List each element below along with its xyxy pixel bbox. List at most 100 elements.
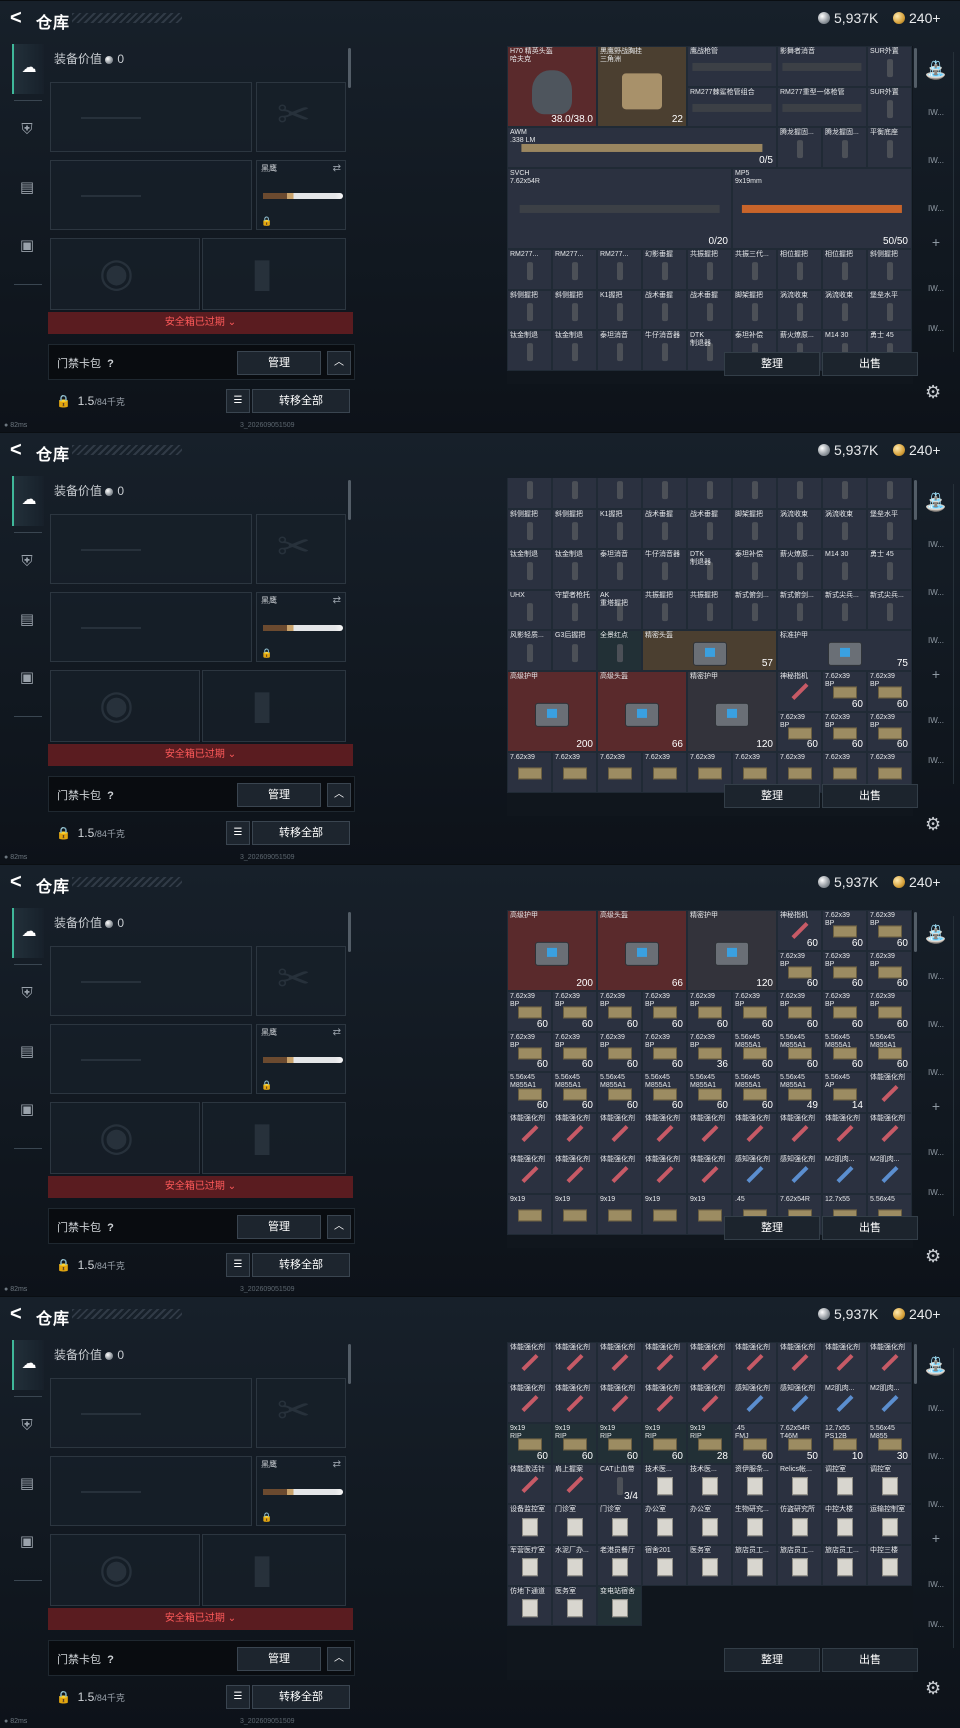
stash-tab[interactable]: IW...	[922, 1148, 950, 1166]
stash-item[interactable]: 共振三代...	[732, 249, 777, 290]
stash-scrollbar[interactable]	[914, 48, 917, 88]
stash-item[interactable]: 感知强化剂	[732, 1382, 777, 1424]
stash-item[interactable]: 7.62x39 BP 60	[642, 1031, 687, 1073]
stash-item[interactable]: 体能强化剂	[687, 1113, 732, 1154]
stash-item[interactable]: 7.62x39 BP 60	[867, 711, 912, 753]
stash-item[interactable]: 黑鹰野战胸挂 三角洲 22	[597, 46, 687, 128]
stash-tab[interactable]: IW...	[922, 156, 950, 174]
stash-item[interactable]: 技术医...	[642, 1463, 687, 1505]
list-view-button[interactable]: ☰	[226, 1685, 250, 1709]
sell-button[interactable]: 出售	[822, 784, 918, 808]
stash-item[interactable]: SUR外置	[867, 86, 912, 128]
warehouse-home-icon[interactable]: ⛲	[922, 60, 950, 80]
stash-item[interactable]: 体能强化剂	[642, 1113, 687, 1154]
stash-tab[interactable]: IW...	[922, 108, 950, 126]
stash-item[interactable]: 宿舍201	[642, 1545, 687, 1586]
swap-icon[interactable]: ⇄	[333, 1027, 341, 1038]
stash-item[interactable]: 平衡底座	[867, 127, 912, 168]
stash-item[interactable]: 相位握把	[822, 478, 867, 509]
pistol-slot[interactable]: ✂	[256, 1378, 346, 1448]
gold-currency[interactable]: 240+	[893, 874, 941, 890]
tab-backpack[interactable]: ▣	[14, 234, 40, 258]
stash-item[interactable]: 体能强化剂	[597, 1113, 642, 1154]
stash-item[interactable]: 体能强化剂	[642, 1382, 687, 1424]
sort-button[interactable]: 整理	[724, 352, 820, 376]
list-view-button[interactable]: ☰	[226, 821, 250, 845]
pistol-slot[interactable]: ✂	[256, 82, 346, 152]
stash-item[interactable]: 门诊室	[552, 1504, 597, 1545]
stash-item[interactable]: 斜侧握把	[552, 289, 597, 331]
stash-item[interactable]: RM277棘鲨枪管组合	[687, 86, 777, 128]
stash-tab[interactable]: IW...	[922, 540, 950, 558]
stash-item[interactable]: 资伊服条...	[732, 1463, 777, 1505]
tab-weapons[interactable]: ☁	[12, 44, 44, 94]
sort-button[interactable]: 整理	[724, 1216, 820, 1240]
stash-tab[interactable]: IW...	[922, 284, 950, 302]
melee-slot[interactable]: 黑鹰 ⇄ 🔒	[256, 160, 346, 230]
stash-item[interactable]: 9x19	[597, 1194, 642, 1235]
stash-item[interactable]: 腾龙握固...	[777, 127, 822, 168]
stash-tab[interactable]: IW...	[922, 588, 950, 606]
stash-item[interactable]: 高级头盔 66	[597, 910, 687, 992]
stash-item[interactable]: 5.56x45 M855A1 60	[552, 1072, 597, 1113]
stash-item[interactable]: 精密头盔 57	[642, 630, 777, 671]
loadout-scrollbar[interactable]	[348, 480, 351, 520]
stash-tab[interactable]: IW...	[922, 1020, 950, 1038]
stash-item[interactable]: 斜侧握把	[867, 249, 912, 290]
gold-currency[interactable]: 240+	[893, 10, 941, 26]
stash-item[interactable]: 涡流收束	[822, 508, 867, 550]
stash-item[interactable]: 新式俯剑...	[732, 589, 777, 631]
stash-item[interactable]: 感知强化剂	[777, 1382, 822, 1424]
helmet-slot[interactable]: ◉	[50, 1534, 200, 1606]
stash-item[interactable]: 幻影垂握	[642, 478, 687, 509]
sort-button[interactable]: 整理	[724, 784, 820, 808]
sell-button[interactable]: 出售	[822, 352, 918, 376]
stash-item[interactable]: RM277...	[597, 249, 642, 290]
stash-item[interactable]: 体能强化剂	[732, 1342, 777, 1383]
stash-item[interactable]: 影舞者消音	[777, 46, 867, 87]
tab-armor[interactable]: ⛨	[14, 982, 40, 1006]
stash-scrollbar[interactable]	[914, 1344, 917, 1384]
stash-tab[interactable]: IW...	[922, 1452, 950, 1470]
stash-item[interactable]: 鹰战枪管	[687, 46, 777, 87]
gear-icon[interactable]: ⚙	[925, 1246, 941, 1267]
stash-item[interactable]: 脚架握把	[732, 508, 777, 550]
collapse-button[interactable]: ︿	[327, 1647, 351, 1671]
stash-tab[interactable]: IW...	[922, 1500, 950, 1518]
stash-item[interactable]: 技术医...	[687, 1463, 732, 1505]
stash-item[interactable]: 共振握把	[687, 589, 732, 631]
stash-item[interactable]: .45 FMJ 60	[732, 1423, 777, 1464]
stash-item[interactable]: 精密护甲 120	[687, 671, 777, 753]
stash-item[interactable]: 精密护甲 120	[687, 910, 777, 992]
stash-item[interactable]: 办公室	[687, 1504, 732, 1545]
stash-item[interactable]: 军营医疗室	[507, 1545, 552, 1586]
stash-item[interactable]: 7.62x39	[507, 752, 552, 793]
helmet-slot[interactable]: ◉	[50, 670, 200, 742]
stash-item[interactable]: 勇士 45	[867, 549, 912, 590]
secondary-weapon-slot[interactable]: ⎯⎯⎯	[50, 592, 252, 662]
stash-item[interactable]: 腾龙握固...	[822, 127, 867, 168]
stash-item[interactable]: 医务室	[687, 1545, 732, 1586]
stash-item[interactable]: RM277...	[507, 478, 552, 509]
tab-armor[interactable]: ⛨	[14, 550, 40, 574]
stash-tab[interactable]: IW...	[922, 636, 950, 654]
stash-item[interactable]: 斜侧握把	[507, 508, 552, 550]
stash-tab[interactable]: IW...	[922, 716, 950, 734]
stash-item[interactable]: 体能强化剂	[687, 1342, 732, 1383]
stash-item[interactable]: G3后握把	[552, 630, 597, 671]
gear-icon[interactable]: ⚙	[925, 382, 941, 403]
stash-item[interactable]: 堡垒水平	[867, 508, 912, 550]
stash-item[interactable]: 新式俯剑...	[777, 589, 822, 631]
stash-item[interactable]: 旅店员工...	[822, 1545, 867, 1586]
gear-icon[interactable]: ⚙	[925, 814, 941, 835]
stash-item[interactable]: 7.62x39 BP 60	[687, 991, 732, 1032]
stash-item[interactable]: 钛金制退	[507, 330, 552, 371]
stash-item[interactable]: 门诊室	[597, 1504, 642, 1545]
stash-item[interactable]: 钛金制退	[552, 330, 597, 371]
stash-item[interactable]: 新式尖兵...	[867, 589, 912, 631]
add-tab-icon[interactable]: +	[922, 1098, 950, 1116]
stash-item[interactable]: RM277...	[552, 478, 597, 509]
stash-item[interactable]: 体能强化剂	[507, 1382, 552, 1424]
stash-item[interactable]: 仿盗研究所	[777, 1504, 822, 1545]
stash-item[interactable]: 设备监控室	[507, 1504, 552, 1545]
